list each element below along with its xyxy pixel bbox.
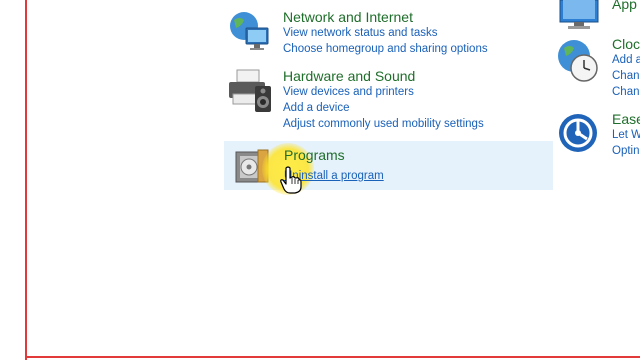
desktop-background <box>0 0 25 360</box>
hardware-and-sound-title[interactable]: Hardware and Sound <box>283 68 415 84</box>
appearance-monitor-icon[interactable] <box>558 0 602 35</box>
ease-of-access-title[interactable]: Ease <box>612 111 640 127</box>
view-devices-printers-link[interactable]: View devices and printers <box>283 86 414 98</box>
clock-link-3[interactable]: Chang <box>612 86 640 98</box>
ease-of-access-icon[interactable] <box>557 112 599 159</box>
ease-link-1[interactable]: Let W <box>612 129 640 141</box>
network-and-internet-title[interactable]: Network and Internet <box>283 9 413 25</box>
clock-globe-icon[interactable] <box>556 38 602 89</box>
window-border-left <box>25 0 27 360</box>
clock-link-1[interactable]: Add a <box>612 54 640 66</box>
ease-link-2[interactable]: Optin <box>612 145 640 157</box>
clock-link-2[interactable]: Chang <box>612 70 640 82</box>
printer-speaker-icon[interactable] <box>227 68 275 119</box>
window-border-bottom <box>25 356 640 358</box>
adjust-mobility-settings-link[interactable]: Adjust commonly used mobility settings <box>283 118 484 130</box>
hand-pointer-cursor-icon <box>280 166 302 199</box>
network-globe-icon[interactable] <box>228 10 272 57</box>
choose-homegroup-link[interactable]: Choose homegroup and sharing options <box>283 43 488 55</box>
clock-region-title[interactable]: Cloc <box>612 36 640 52</box>
add-a-device-link[interactable]: Add a device <box>283 102 350 114</box>
appearance-title[interactable]: App <box>612 0 637 12</box>
programs-title[interactable]: Programs <box>284 147 345 163</box>
view-network-status-link[interactable]: View network status and tasks <box>283 27 437 39</box>
